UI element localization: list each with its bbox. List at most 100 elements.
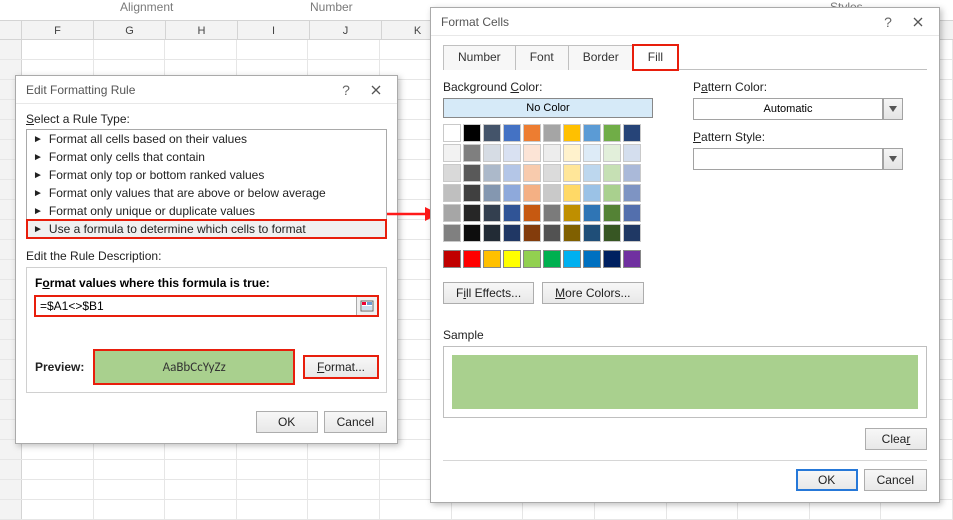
color-swatch[interactable] bbox=[483, 164, 501, 182]
color-swatch[interactable] bbox=[443, 164, 461, 182]
color-swatch[interactable] bbox=[623, 184, 641, 202]
tab-number[interactable]: Number bbox=[443, 45, 516, 70]
color-swatch[interactable] bbox=[503, 224, 521, 242]
color-swatch[interactable] bbox=[463, 124, 481, 142]
help-button[interactable]: ? bbox=[331, 76, 361, 104]
more-colors-button[interactable]: More Colors... bbox=[542, 282, 643, 304]
close-button[interactable] bbox=[361, 76, 391, 104]
color-swatch[interactable] bbox=[543, 250, 561, 268]
column-header[interactable]: H bbox=[166, 21, 238, 39]
formula-input[interactable] bbox=[35, 296, 356, 316]
color-swatch[interactable] bbox=[603, 144, 621, 162]
color-swatch[interactable] bbox=[463, 184, 481, 202]
format-button[interactable]: Format... bbox=[304, 356, 378, 378]
color-swatch[interactable] bbox=[483, 224, 501, 242]
color-swatch[interactable] bbox=[523, 164, 541, 182]
color-swatch[interactable] bbox=[443, 204, 461, 222]
color-swatch[interactable] bbox=[583, 144, 601, 162]
close-button[interactable] bbox=[903, 8, 933, 36]
color-swatch[interactable] bbox=[603, 124, 621, 142]
color-swatch[interactable] bbox=[463, 250, 481, 268]
color-swatch[interactable] bbox=[483, 204, 501, 222]
color-swatch[interactable] bbox=[443, 184, 461, 202]
color-swatch[interactable] bbox=[523, 184, 541, 202]
rule-type-item[interactable]: ►Format only top or bottom ranked values bbox=[27, 166, 386, 184]
color-swatch[interactable] bbox=[503, 184, 521, 202]
ok-button[interactable]: OK bbox=[256, 411, 318, 433]
color-swatch[interactable] bbox=[543, 184, 561, 202]
cancel-button[interactable]: Cancel bbox=[864, 469, 927, 491]
column-header[interactable]: I bbox=[238, 21, 310, 39]
rule-type-list[interactable]: ►Format all cells based on their values►… bbox=[26, 129, 387, 239]
color-swatch[interactable] bbox=[523, 204, 541, 222]
pattern-color-combo[interactable]: Automatic bbox=[693, 98, 903, 120]
fill-effects-button[interactable]: Fill Effects... bbox=[443, 282, 534, 304]
color-swatch[interactable] bbox=[463, 164, 481, 182]
color-swatch[interactable] bbox=[603, 164, 621, 182]
color-swatch[interactable] bbox=[523, 250, 541, 268]
rule-type-item[interactable]: ►Format all cells based on their values bbox=[27, 130, 386, 148]
color-swatch[interactable] bbox=[503, 204, 521, 222]
color-swatch[interactable] bbox=[463, 144, 481, 162]
no-color-button[interactable]: No Color bbox=[443, 98, 653, 118]
color-swatch[interactable] bbox=[603, 204, 621, 222]
rule-type-item[interactable]: ►Format only unique or duplicate values bbox=[27, 202, 386, 220]
color-swatch[interactable] bbox=[523, 124, 541, 142]
color-swatch[interactable] bbox=[603, 224, 621, 242]
rule-type-item[interactable]: ►Format only cells that contain bbox=[27, 148, 386, 166]
color-swatch[interactable] bbox=[463, 224, 481, 242]
tab-fill[interactable]: Fill bbox=[633, 45, 678, 70]
color-swatch[interactable] bbox=[563, 250, 581, 268]
color-swatch[interactable] bbox=[503, 124, 521, 142]
color-swatch[interactable] bbox=[503, 164, 521, 182]
column-header[interactable]: F bbox=[22, 21, 94, 39]
color-swatch[interactable] bbox=[443, 250, 461, 268]
color-swatch[interactable] bbox=[563, 224, 581, 242]
cancel-button[interactable]: Cancel bbox=[324, 411, 387, 433]
color-swatch[interactable] bbox=[623, 124, 641, 142]
color-swatch[interactable] bbox=[543, 204, 561, 222]
color-swatch[interactable] bbox=[563, 164, 581, 182]
color-swatch[interactable] bbox=[443, 144, 461, 162]
dialog-titlebar[interactable]: Format Cells ? bbox=[431, 8, 939, 36]
clear-button[interactable]: Clear bbox=[865, 428, 927, 450]
dialog-titlebar[interactable]: Edit Formatting Rule ? bbox=[16, 76, 397, 104]
tab-border[interactable]: Border bbox=[568, 45, 634, 70]
color-swatch[interactable] bbox=[583, 224, 601, 242]
color-swatch[interactable] bbox=[543, 124, 561, 142]
color-swatch[interactable] bbox=[623, 204, 641, 222]
color-swatch[interactable] bbox=[443, 124, 461, 142]
tab-font[interactable]: Font bbox=[515, 45, 569, 70]
color-swatch[interactable] bbox=[583, 204, 601, 222]
color-swatch[interactable] bbox=[603, 250, 621, 268]
color-swatch[interactable] bbox=[543, 224, 561, 242]
color-swatch[interactable] bbox=[563, 124, 581, 142]
color-swatch[interactable] bbox=[563, 144, 581, 162]
color-swatch[interactable] bbox=[603, 184, 621, 202]
rule-type-item[interactable]: ►Use a formula to determine which cells … bbox=[27, 220, 386, 238]
color-swatch[interactable] bbox=[583, 250, 601, 268]
color-swatch[interactable] bbox=[483, 184, 501, 202]
color-swatch[interactable] bbox=[583, 124, 601, 142]
color-swatch[interactable] bbox=[483, 124, 501, 142]
color-swatch[interactable] bbox=[483, 250, 501, 268]
color-swatch[interactable] bbox=[583, 184, 601, 202]
color-swatch[interactable] bbox=[543, 144, 561, 162]
color-swatch[interactable] bbox=[543, 164, 561, 182]
color-swatch[interactable] bbox=[563, 204, 581, 222]
color-swatch[interactable] bbox=[623, 144, 641, 162]
color-swatch[interactable] bbox=[443, 224, 461, 242]
color-swatch[interactable] bbox=[523, 224, 541, 242]
pattern-style-combo[interactable] bbox=[693, 148, 903, 170]
rule-type-item[interactable]: ►Format only values that are above or be… bbox=[27, 184, 386, 202]
color-swatch[interactable] bbox=[623, 164, 641, 182]
range-picker-button[interactable] bbox=[356, 296, 378, 316]
ok-button[interactable]: OK bbox=[796, 469, 858, 491]
column-header[interactable]: G bbox=[94, 21, 166, 39]
color-swatch[interactable] bbox=[623, 250, 641, 268]
color-swatch[interactable] bbox=[503, 144, 521, 162]
color-swatch[interactable] bbox=[623, 224, 641, 242]
color-swatch[interactable] bbox=[463, 204, 481, 222]
help-button[interactable]: ? bbox=[873, 8, 903, 36]
color-swatch[interactable] bbox=[503, 250, 521, 268]
